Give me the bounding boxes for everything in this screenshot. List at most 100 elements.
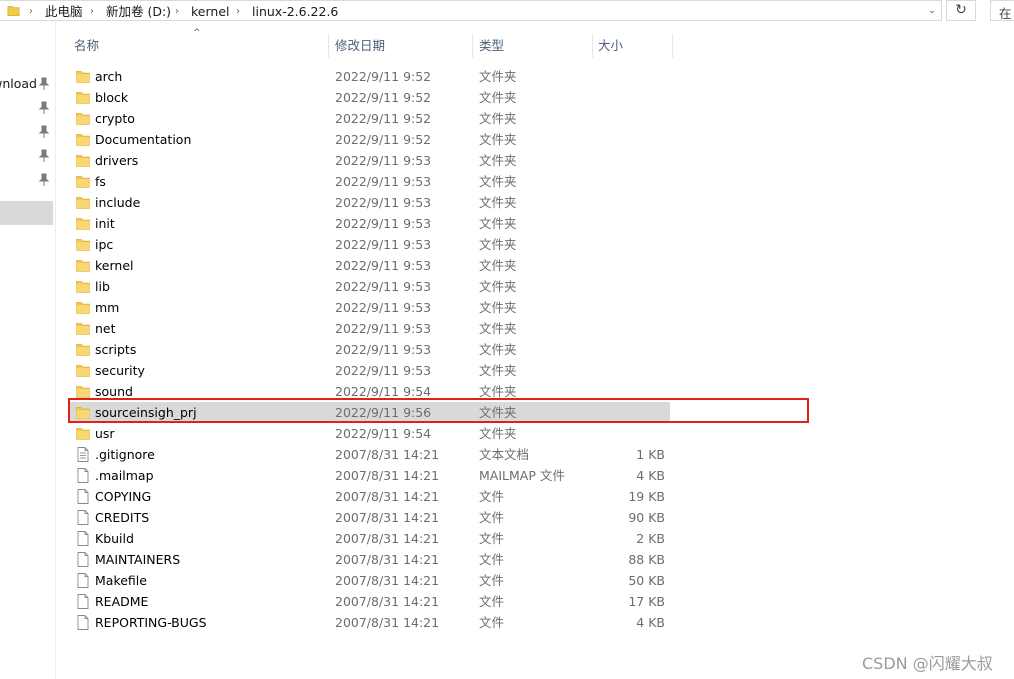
pin-icon[interactable] bbox=[38, 101, 50, 115]
folder-icon bbox=[76, 426, 90, 441]
refresh-button[interactable]: ↻ bbox=[946, 0, 976, 21]
file-type: 文件夹 bbox=[479, 174, 517, 189]
table-row[interactable]: block 2022/9/11 9:52 文件夹 bbox=[70, 87, 670, 108]
pane-divider[interactable] bbox=[55, 22, 56, 679]
quick-access-item[interactable] bbox=[0, 122, 56, 142]
file-name: .gitignore bbox=[95, 447, 155, 462]
folder-icon bbox=[76, 237, 90, 252]
folder-icon bbox=[76, 342, 90, 357]
file-date: 2022/9/11 9:53 bbox=[335, 321, 432, 336]
table-row[interactable]: Makefile 2007/8/31 14:21 文件 50 KB bbox=[70, 570, 670, 591]
table-row[interactable]: Kbuild 2007/8/31 14:21 文件 2 KB bbox=[70, 528, 670, 549]
quick-access-item[interactable] bbox=[0, 146, 56, 166]
address-bar-row: › 此电脑 › 新加卷 (D:) › kernel › linux-2.6.22… bbox=[0, 0, 1014, 22]
pin-icon[interactable] bbox=[38, 149, 50, 163]
file-name: Makefile bbox=[95, 573, 147, 588]
breadcrumb-kernel[interactable]: kernel bbox=[191, 4, 230, 20]
table-row[interactable]: ipc 2022/9/11 9:53 文件夹 bbox=[70, 234, 670, 255]
file-date: 2007/8/31 14:21 bbox=[335, 531, 440, 546]
breadcrumb-this-pc[interactable]: 此电脑 bbox=[45, 4, 83, 20]
table-row[interactable]: usr 2022/9/11 9:54 文件夹 bbox=[70, 423, 670, 444]
table-row[interactable]: CREDITS 2007/8/31 14:21 文件 90 KB bbox=[70, 507, 670, 528]
column-header-size[interactable]: 大小 bbox=[598, 34, 623, 58]
file-date: 2007/8/31 14:21 bbox=[335, 447, 440, 462]
table-row[interactable]: security 2022/9/11 9:53 文件夹 bbox=[70, 360, 670, 381]
file-size: 4 KB bbox=[636, 468, 665, 483]
file-type: 文件夹 bbox=[479, 321, 517, 336]
file-name: net bbox=[95, 321, 116, 336]
file-date: 2022/9/11 9:52 bbox=[335, 69, 432, 84]
search-input[interactable]: 在 bbox=[990, 0, 1014, 21]
table-row[interactable]: .mailmap 2007/8/31 14:21 MAILMAP 文件 4 KB bbox=[70, 465, 670, 486]
column-divider[interactable] bbox=[672, 34, 673, 58]
folder-icon bbox=[76, 132, 90, 147]
table-row[interactable]: REPORTING-BUGS 2007/8/31 14:21 文件 4 KB bbox=[70, 612, 670, 633]
folder-icon bbox=[76, 174, 90, 189]
file-type: 文件 bbox=[479, 489, 505, 504]
table-row[interactable]: arch 2022/9/11 9:52 文件夹 bbox=[70, 66, 670, 87]
nav-selected-item[interactable] bbox=[0, 201, 53, 225]
file-name: mm bbox=[95, 300, 120, 315]
text-file-icon bbox=[76, 447, 90, 462]
table-row[interactable]: net 2022/9/11 9:53 文件夹 bbox=[70, 318, 670, 339]
table-row[interactable]: README 2007/8/31 14:21 文件 17 KB bbox=[70, 591, 670, 612]
table-row[interactable]: scripts 2022/9/11 9:53 文件夹 bbox=[70, 339, 670, 360]
file-date: 2022/9/11 9:53 bbox=[335, 258, 432, 273]
folder-icon bbox=[76, 363, 90, 378]
folder-icon bbox=[76, 300, 90, 315]
search-placeholder: 在 bbox=[999, 6, 1012, 21]
column-header-type[interactable]: 类型 bbox=[479, 34, 504, 58]
pin-icon[interactable] bbox=[38, 125, 50, 139]
quick-access-item[interactable] bbox=[0, 170, 56, 190]
quick-access-item[interactable]: wnload bbox=[0, 74, 56, 94]
quick-access-item[interactable] bbox=[0, 98, 56, 118]
folder-icon bbox=[76, 279, 90, 294]
address-bar[interactable]: › 此电脑 › 新加卷 (D:) › kernel › linux-2.6.22… bbox=[0, 0, 942, 21]
file-size: 19 KB bbox=[628, 489, 665, 504]
column-divider[interactable] bbox=[328, 34, 329, 58]
table-row[interactable]: mm 2022/9/11 9:53 文件夹 bbox=[70, 297, 670, 318]
file-size: 2 KB bbox=[636, 531, 665, 546]
file-type: 文件 bbox=[479, 531, 505, 546]
table-row[interactable]: crypto 2022/9/11 9:52 文件夹 bbox=[70, 108, 670, 129]
chevron-down-icon[interactable]: ⌄ bbox=[925, 3, 939, 19]
file-type: 文件 bbox=[479, 594, 505, 609]
table-row[interactable]: COPYING 2007/8/31 14:21 文件 19 KB bbox=[70, 486, 670, 507]
folder-icon bbox=[76, 384, 90, 399]
column-header-modified[interactable]: 修改日期 bbox=[335, 34, 385, 58]
file-name: kernel bbox=[95, 258, 134, 273]
file-size: 88 KB bbox=[628, 552, 665, 567]
file-date: 2007/8/31 14:21 bbox=[335, 468, 440, 483]
table-row[interactable]: kernel 2022/9/11 9:53 文件夹 bbox=[70, 255, 670, 276]
table-row[interactable]: include 2022/9/11 9:53 文件夹 bbox=[70, 192, 670, 213]
table-row[interactable]: MAINTAINERS 2007/8/31 14:21 文件 88 KB bbox=[70, 549, 670, 570]
table-row[interactable]: init 2022/9/11 9:53 文件夹 bbox=[70, 213, 670, 234]
file-name: MAINTAINERS bbox=[95, 552, 181, 567]
file-name: Kbuild bbox=[95, 531, 134, 546]
pin-icon[interactable] bbox=[38, 173, 50, 187]
file-type: 文件夹 bbox=[479, 132, 517, 147]
file-type: 文件夹 bbox=[479, 90, 517, 105]
table-row[interactable]: .gitignore 2007/8/31 14:21 文本文档 1 KB bbox=[70, 444, 670, 465]
file-name: ipc bbox=[95, 237, 114, 252]
file-date: 2022/9/11 9:53 bbox=[335, 195, 432, 210]
file-date: 2022/9/11 9:53 bbox=[335, 174, 432, 189]
file-name: init bbox=[95, 216, 115, 231]
table-row[interactable]: drivers 2022/9/11 9:53 文件夹 bbox=[70, 150, 670, 171]
file-icon bbox=[76, 552, 90, 567]
table-row[interactable]: Documentation 2022/9/11 9:52 文件夹 bbox=[70, 129, 670, 150]
table-row[interactable]: lib 2022/9/11 9:53 文件夹 bbox=[70, 276, 670, 297]
file-date: 2022/9/11 9:53 bbox=[335, 342, 432, 357]
pin-icon[interactable] bbox=[38, 77, 50, 91]
file-type: 文件夹 bbox=[479, 195, 517, 210]
folder-icon bbox=[76, 111, 90, 126]
column-divider[interactable] bbox=[592, 34, 593, 58]
table-row[interactable]: fs 2022/9/11 9:53 文件夹 bbox=[70, 171, 670, 192]
breadcrumb-drive-d[interactable]: 新加卷 (D:) bbox=[106, 4, 171, 20]
folder-icon bbox=[76, 216, 90, 231]
column-divider[interactable] bbox=[472, 34, 473, 58]
breadcrumb-current-folder[interactable]: linux-2.6.22.6 bbox=[252, 4, 338, 20]
file-name: COPYING bbox=[95, 489, 152, 504]
column-header-name[interactable]: 名称 bbox=[74, 34, 99, 58]
folder-icon bbox=[76, 153, 90, 168]
